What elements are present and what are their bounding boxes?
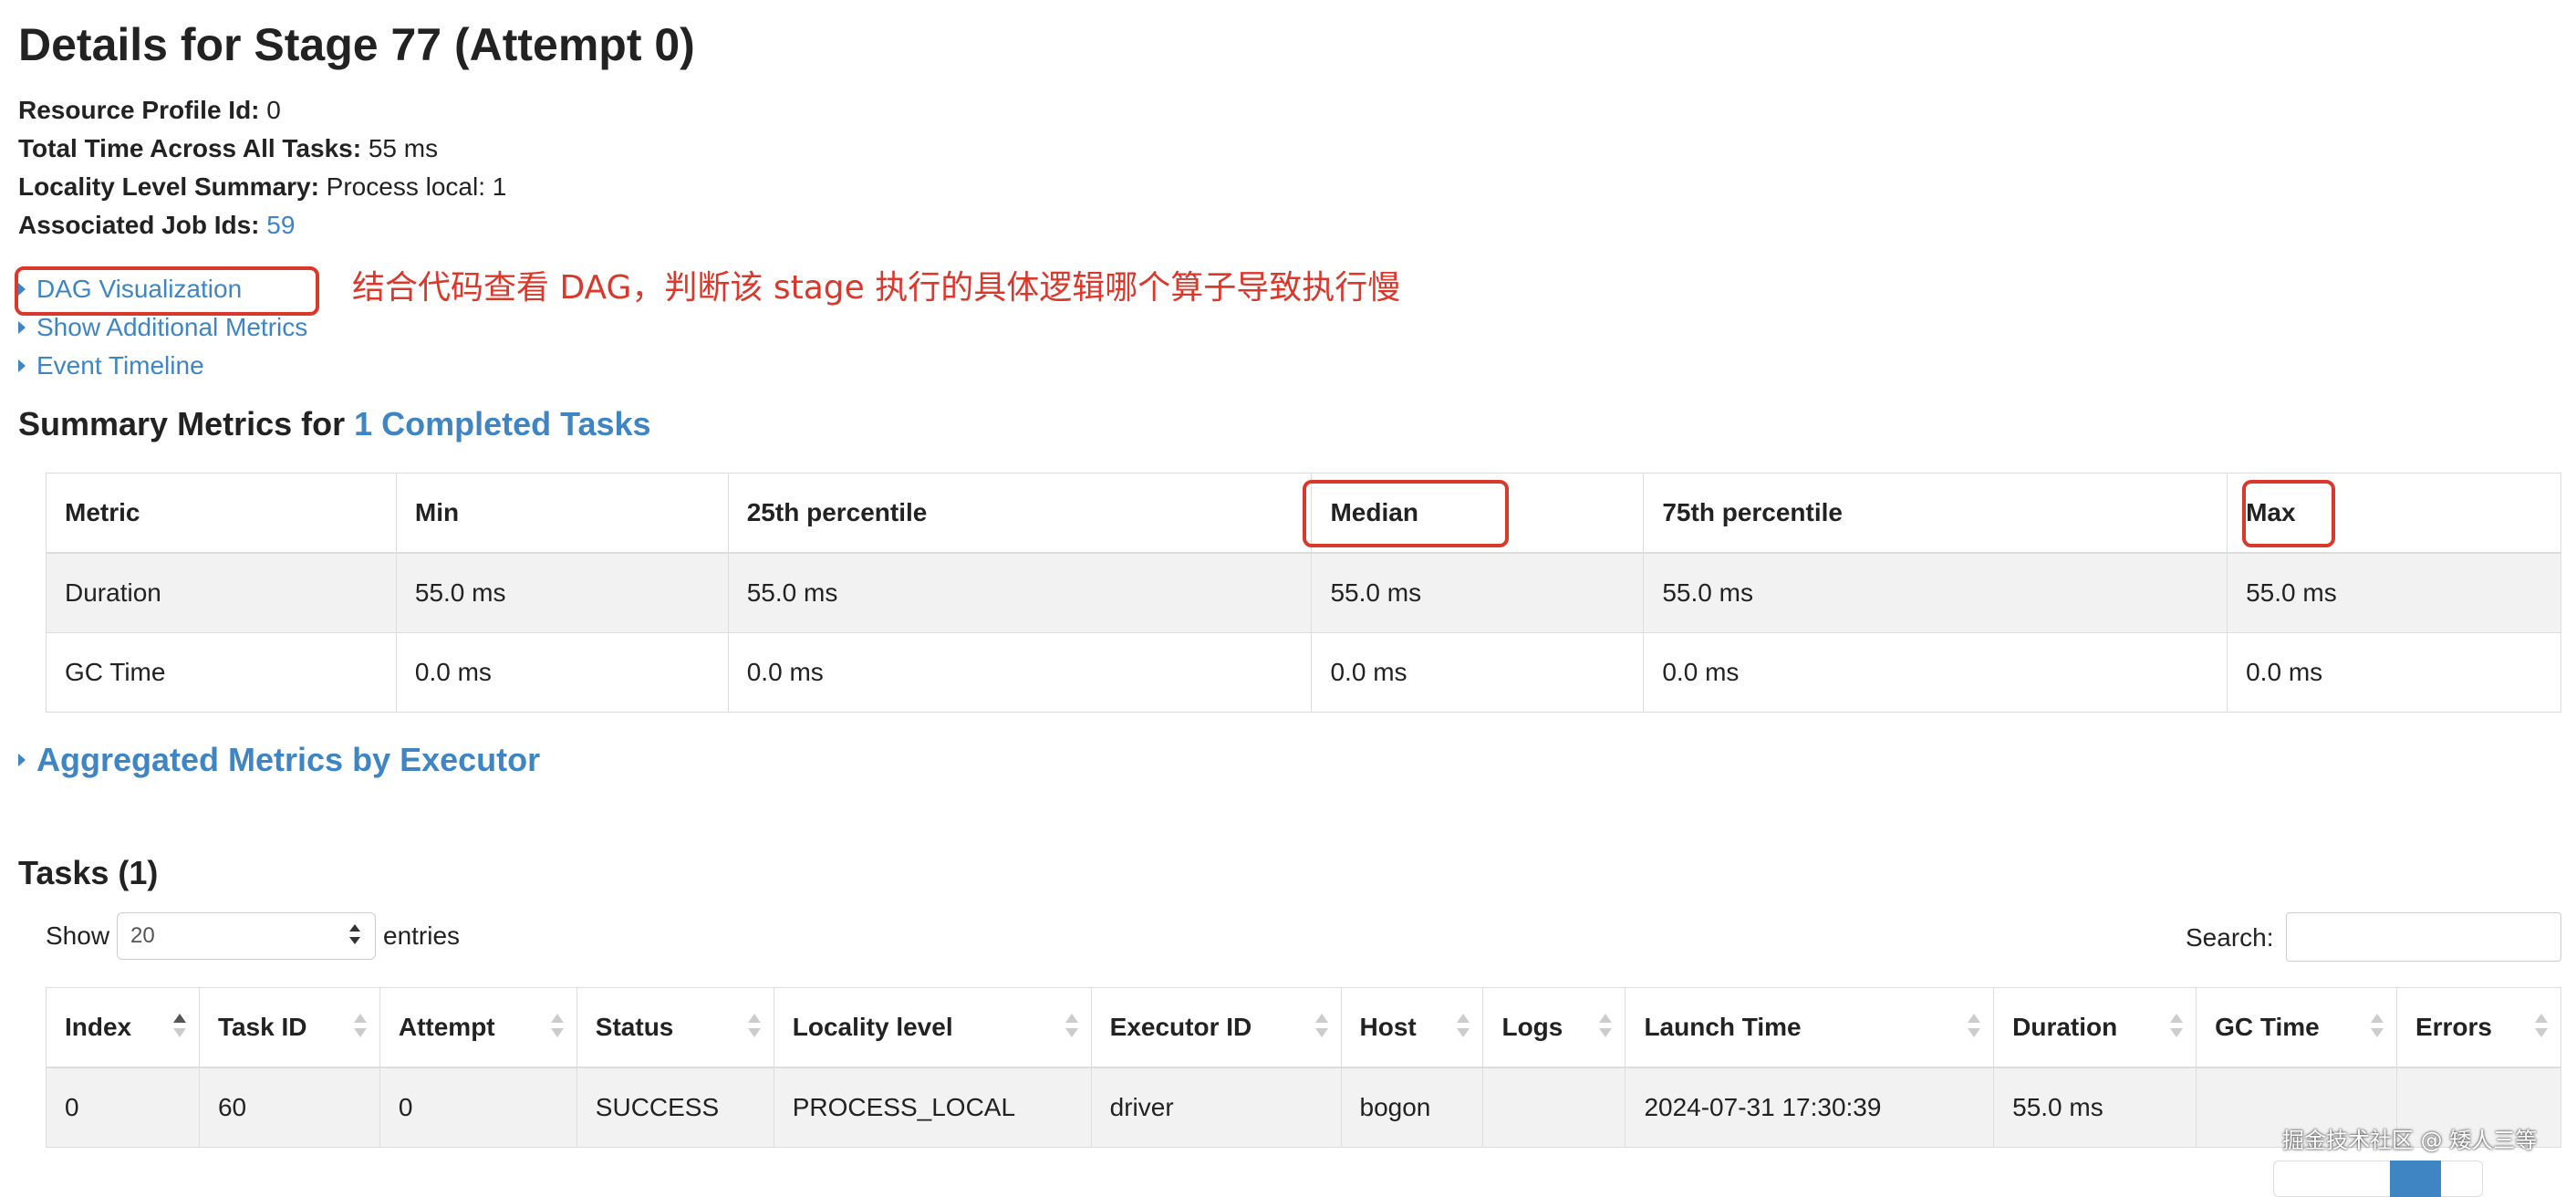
table-cell: 0.0 ms [395, 632, 729, 713]
column-header-gc-time[interactable]: GC Time [2196, 987, 2397, 1068]
job-id-link[interactable]: 59 [266, 211, 295, 239]
stage-info: Resource Profile Id: 0 Total Time Across… [18, 91, 506, 245]
locality-summary-value: Process local: 1 [318, 172, 507, 201]
aggregated-metrics-label: Aggregated Metrics by Executor [36, 741, 541, 778]
column-header-duration[interactable]: Duration [1993, 987, 2197, 1068]
summary-heading: Summary Metrics for 1 Completed Tasks [18, 401, 651, 447]
column-header-index[interactable]: Index [46, 987, 200, 1068]
table-cell: 0.0 ms [2227, 632, 2561, 713]
table-cell: PROCESS_LOCAL [773, 1067, 1092, 1148]
table-row: GC Time 0.0 ms 0.0 ms 0.0 ms 0.0 ms 0.0 … [46, 632, 2561, 713]
table-cell: 0.0 ms [1643, 632, 2228, 713]
total-time-label: Total Time Across All Tasks: [18, 134, 362, 162]
table-cell: bogon [1340, 1067, 1484, 1148]
table-cell: 60 [198, 1067, 380, 1148]
table-cell: driver [1090, 1067, 1342, 1148]
column-header-attempt[interactable]: Attempt [379, 987, 577, 1068]
table-cell: 0.0 ms [727, 632, 1313, 713]
table-cell: GC Time [46, 632, 397, 713]
annotation-box-dag [15, 266, 319, 316]
column-header-host[interactable]: Host [1340, 987, 1484, 1068]
table-cell: 0 [46, 1067, 200, 1148]
sort-icon [1065, 1014, 1078, 1041]
annotation-text: 结合代码查看 DAG，判断该 stage 执行的具体逻辑哪个算子导致执行慢 [352, 269, 1401, 307]
table-cell: 0 [379, 1067, 577, 1148]
table-row: Duration 55.0 ms 55.0 ms 55.0 ms 55.0 ms… [46, 552, 2561, 633]
page-size-value: 20 [130, 923, 155, 948]
sort-icon [747, 1014, 761, 1041]
table-cell: Duration [46, 552, 397, 633]
job-ids-label: Associated Job Ids: [18, 211, 260, 239]
annotation-box-median [1303, 480, 1509, 547]
select-updown-icon [349, 924, 360, 948]
column-header-status[interactable]: Status [576, 987, 774, 1068]
pagination[interactable] [2273, 1161, 2483, 1197]
table-row: 0 60 0 SUCCESS PROCESS_LOCAL driver bogo… [46, 1067, 2562, 1148]
table-cell: 0.0 ms [1311, 632, 1645, 713]
column-header-metric: Metric [46, 473, 397, 554]
column-header-25th: 25th percentile [727, 473, 1313, 554]
annotation-box-max [2242, 480, 2335, 547]
tasks-table: Index Task ID Attempt Status Locality le… [46, 987, 2562, 1148]
column-header-executor-id[interactable]: Executor ID [1090, 987, 1342, 1068]
additional-metrics-label: Show Additional Metrics [36, 313, 308, 341]
sort-icon [353, 1014, 367, 1041]
resource-profile-label: Resource Profile Id: [18, 96, 260, 124]
sort-icon [2535, 1014, 2548, 1041]
job-ids-row: Associated Job Ids: 59 [18, 206, 506, 245]
column-header-75th: 75th percentile [1643, 473, 2228, 554]
total-time-row: Total Time Across All Tasks: 55 ms [18, 130, 506, 168]
expand-triangle-icon [18, 320, 26, 334]
page-title: Details for Stage 77 (Attempt 0) [18, 19, 695, 70]
search-label: Search: [2186, 923, 2274, 952]
search-input[interactable] [2286, 912, 2561, 962]
sort-icon [2370, 1014, 2384, 1041]
sort-icon [1599, 1014, 1613, 1041]
pagination-active-page[interactable] [2390, 1161, 2441, 1197]
table-cell: 55.0 ms [2227, 552, 2561, 633]
sort-icon [550, 1014, 564, 1041]
sort-icon [1457, 1014, 1470, 1041]
table-cell: 55.0 ms [727, 552, 1313, 633]
column-header-min: Min [395, 473, 729, 554]
column-header-locality-level[interactable]: Locality level [773, 987, 1092, 1068]
total-time-value: 55 ms [361, 134, 439, 162]
table-cell: SUCCESS [576, 1067, 774, 1148]
sort-icon [172, 1014, 186, 1041]
column-header-logs[interactable]: Logs [1482, 987, 1626, 1068]
page-size-select[interactable]: 20 [117, 912, 376, 960]
entries-label: entries [383, 921, 461, 950]
sort-icon [1314, 1014, 1328, 1041]
completed-tasks-link[interactable]: 1 Completed Tasks [354, 405, 650, 442]
table-cell: 55.0 ms [1643, 552, 2228, 633]
event-timeline-label: Event Timeline [36, 351, 204, 380]
column-header-errors[interactable]: Errors [2395, 987, 2562, 1068]
column-header-launch-time[interactable]: Launch Time [1625, 987, 1995, 1068]
column-header-task-id[interactable]: Task ID [198, 987, 380, 1068]
table-header-row: Index Task ID Attempt Status Locality le… [46, 987, 2562, 1068]
table-cell: 2024-07-31 17:30:39 [1625, 1067, 1995, 1148]
locality-summary-row: Locality Level Summary: Process local: 1 [18, 168, 506, 206]
sort-icon [2170, 1014, 2184, 1041]
show-label: Show [46, 921, 110, 950]
table-cell: 55.0 ms [1993, 1067, 2197, 1148]
expand-triangle-icon [18, 359, 26, 372]
watermark: 掘金技术社区 @ 矮人三等 [2282, 1128, 2538, 1153]
table-cell [1482, 1067, 1626, 1148]
expand-triangle-icon [18, 754, 26, 767]
resource-profile-row: Resource Profile Id: 0 [18, 91, 506, 130]
tasks-heading: Tasks (1) [18, 854, 159, 891]
resource-profile-value: 0 [259, 96, 281, 124]
aggregated-metrics-toggle[interactable]: Aggregated Metrics by Executor [18, 737, 540, 783]
sort-icon [1968, 1014, 1981, 1041]
locality-summary-label: Locality Level Summary: [18, 172, 319, 201]
event-timeline-toggle[interactable]: Event Timeline [18, 347, 204, 385]
summary-heading-prefix: Summary Metrics for [18, 405, 355, 442]
table-cell: 55.0 ms [1311, 552, 1645, 633]
table-cell: 55.0 ms [395, 552, 729, 633]
